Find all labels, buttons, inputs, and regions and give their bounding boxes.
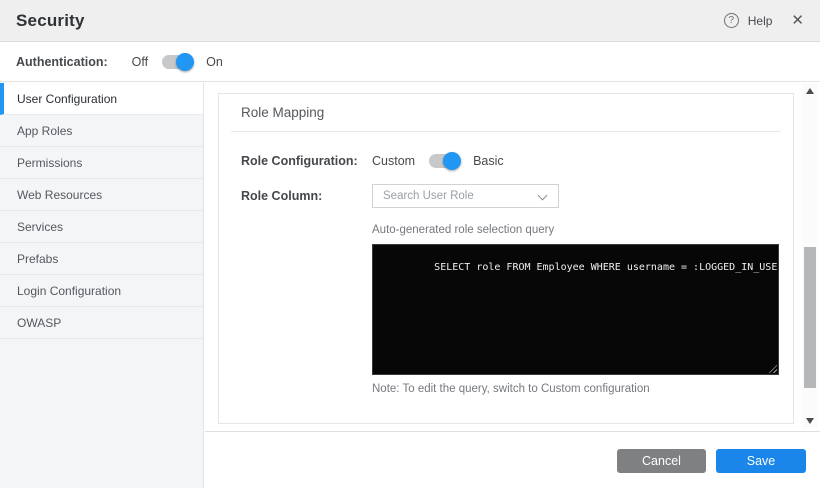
scroll-up-arrow[interactable] [802,84,818,98]
authentication-off-label: Off [132,55,148,69]
toggle-knob [443,152,461,170]
query-caption: Auto-generated role selection query [372,224,793,236]
sidebar-item-label: Web Resources [17,188,102,202]
vertical-scrollbar[interactable] [802,84,818,428]
role-mapping-panel: Role Mapping Role Configuration: Custom … [218,93,794,424]
role-configuration-row: Role Configuration: Custom Basic [219,154,793,168]
query-text: SELECT role FROM Employee WHERE username… [434,262,779,273]
triangle-down-icon [806,418,814,424]
sidebar-item-login-configuration[interactable]: Login Configuration [0,275,203,307]
sidebar-item-label: OWASP [17,316,61,330]
cancel-button[interactable]: Cancel [617,449,706,473]
panel-title-row: Role Mapping [219,94,793,131]
sidebar-item-services[interactable]: Services [0,211,203,243]
triangle-up-icon [806,88,814,94]
main-content: Role Mapping Role Configuration: Custom … [205,83,820,430]
security-dialog: Security ? Help ✕ Authentication: Off On… [0,0,820,488]
authentication-on-label: On [206,55,223,69]
sidebar-item-label: User Configuration [17,92,117,106]
sidebar-item-prefabs[interactable]: Prefabs [0,243,203,275]
scrollbar-thumb[interactable] [804,247,816,388]
sidebar-item-label: App Roles [17,124,72,138]
role-column-select[interactable]: Search User Role [372,184,559,208]
toggle-knob [176,53,194,71]
authentication-label: Authentication: [16,55,108,69]
basic-option-label: Basic [473,154,504,168]
authentication-row: Authentication: Off On [0,43,820,82]
save-button[interactable]: Save [716,449,806,473]
sidebar-item-owasp[interactable]: OWASP [0,307,203,339]
role-column-row: Role Column: Search User Role [219,184,793,208]
query-note: Note: To edit the query, switch to Custo… [372,383,793,395]
help-icon[interactable]: ? [724,13,739,28]
panel-title: Role Mapping [241,105,324,120]
role-configuration-label: Role Configuration: [241,154,372,168]
sidebar-item-web-resources[interactable]: Web Resources [0,179,203,211]
custom-option-label: Custom [372,154,415,168]
role-query-textarea[interactable]: SELECT role FROM Employee WHERE username… [372,244,779,375]
sidebar-item-label: Services [17,220,63,234]
sidebar-item-permissions[interactable]: Permissions [0,147,203,179]
role-column-label: Role Column: [241,189,372,203]
header-actions: ? Help ✕ [724,13,804,28]
resize-handle[interactable] [768,364,777,373]
footer: Cancel Save [205,431,820,488]
scroll-down-arrow[interactable] [802,414,818,428]
chevron-down-icon [538,191,548,201]
sidebar-item-user-configuration[interactable]: User Configuration [0,83,203,115]
dialog-header: Security ? Help ✕ [0,0,820,42]
sidebar-item-app-roles[interactable]: App Roles [0,115,203,147]
close-icon[interactable]: ✕ [791,13,804,28]
sidebar-item-label: Prefabs [17,252,58,266]
select-placeholder: Search User Role [383,190,474,202]
role-configuration-toggle[interactable] [429,154,459,168]
panel-title-divider [231,131,781,132]
sidebar-item-label: Login Configuration [17,284,121,298]
help-link[interactable]: Help [748,14,773,28]
sidebar: User Configuration App Roles Permissions… [0,83,204,488]
authentication-toggle[interactable] [162,55,192,69]
page-title: Security [16,11,85,31]
sidebar-item-label: Permissions [17,156,82,170]
